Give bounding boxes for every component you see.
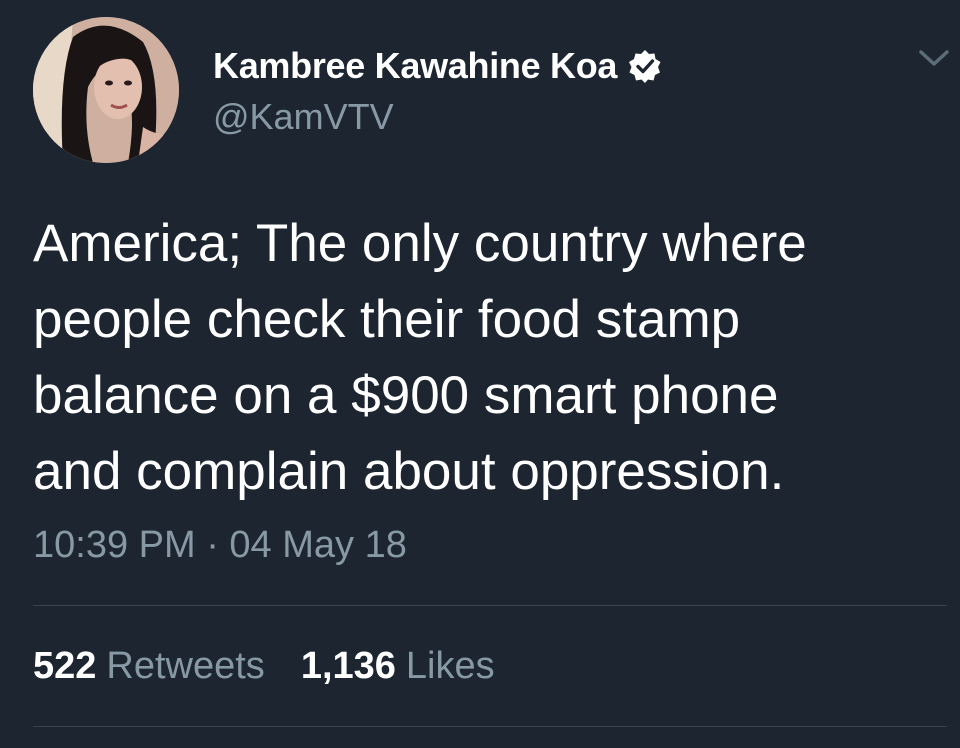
divider — [33, 605, 947, 606]
tweet-stats: 522 Retweets 1,136 Likes — [33, 645, 495, 688]
retweets-label: Retweets — [106, 645, 265, 687]
verified-badge-icon — [629, 50, 661, 83]
retweets-count: 522 — [33, 645, 97, 687]
profile-photo-icon — [33, 17, 179, 163]
author-display-name[interactable]: Kambree Kawahine Koa — [213, 45, 617, 87]
tweet-timestamp[interactable]: 10:39 PM · 04 May 18 — [33, 524, 407, 567]
author-handle[interactable]: @KamVTV — [213, 96, 394, 138]
likes-label: Likes — [405, 645, 495, 687]
chevron-down-icon[interactable] — [916, 44, 952, 72]
avatar[interactable] — [33, 17, 179, 163]
likes-stat[interactable]: 1,136 Likes — [301, 645, 495, 688]
tweet-text: America; The only country where people c… — [33, 214, 807, 501]
retweets-stat[interactable]: 522 Retweets — [33, 645, 265, 688]
likes-count: 1,136 — [300, 645, 396, 687]
author-name-row[interactable]: Kambree Kawahine Koa — [213, 44, 663, 88]
divider — [33, 726, 947, 727]
